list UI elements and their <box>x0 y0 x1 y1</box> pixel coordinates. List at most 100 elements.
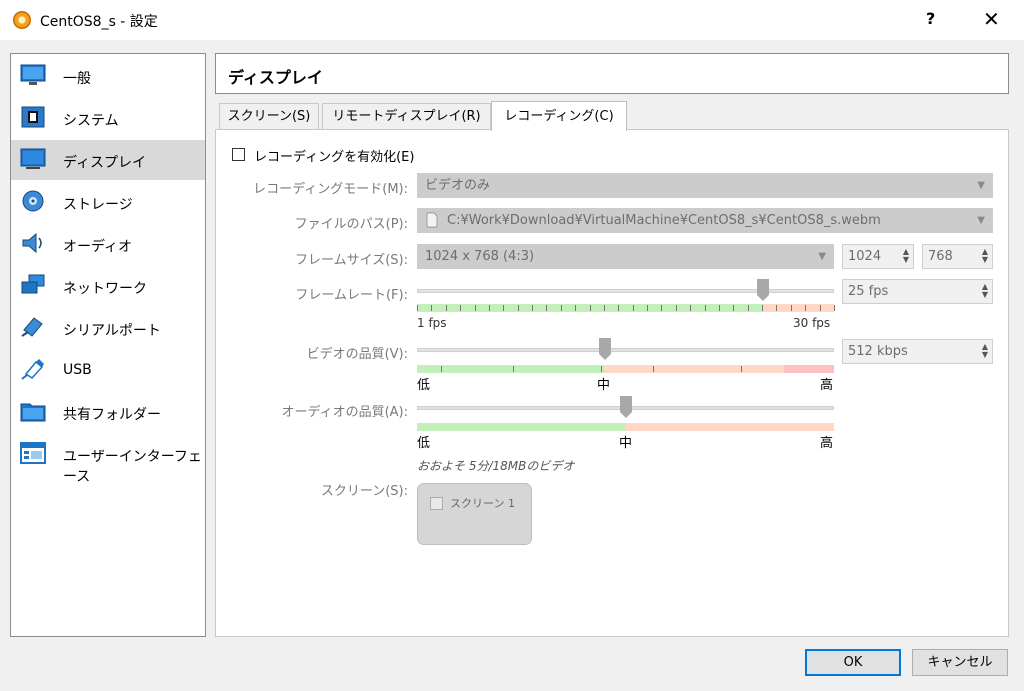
scale-tick <box>762 305 763 311</box>
spin-arrows-icon[interactable]: ▲ ▼ <box>982 343 988 359</box>
usb-icon <box>21 359 44 380</box>
scale-tick <box>590 305 591 311</box>
sidebar-item-storage[interactable]: ストレージ <box>11 182 205 222</box>
video-quality-mid-label: 中 <box>597 378 611 393</box>
scale-tick <box>633 305 634 311</box>
sidebar-item-label: ストレージ <box>63 197 133 213</box>
frame-size-value: 1024 x 768 (4:3) <box>425 249 535 264</box>
sidebar-item-network[interactable]: ネットワーク <box>11 266 205 306</box>
spin-arrows-icon[interactable]: ▲ ▼ <box>982 248 988 264</box>
recording-mode-label: レコーディングモード(M): <box>253 182 408 197</box>
tab-remote-display[interactable]: リモートディスプレイ(R) <box>322 103 491 130</box>
recording-mode-combobox[interactable]: ビデオのみ ▼ <box>417 173 993 198</box>
ok-button[interactable]: OK <box>805 649 901 676</box>
sidebar-item-audio[interactable]: オーディオ <box>11 224 205 264</box>
scale-tick <box>604 305 605 311</box>
file-path-label: ファイルのパス(P): <box>294 217 408 232</box>
audio-quality-slider-thumb[interactable] <box>619 396 632 418</box>
sidebar-item-system[interactable]: システム <box>11 98 205 138</box>
frame-rate-scale <box>417 304 835 312</box>
scale-tick <box>446 305 447 311</box>
chevron-down-icon: ▼ <box>977 180 985 191</box>
sidebar-item-user-interface[interactable]: ユーザーインターフェース <box>11 434 205 485</box>
scale-tick <box>791 305 792 311</box>
sidebar-item-display[interactable]: ディスプレイ <box>11 140 205 180</box>
monitor-general-icon <box>20 64 46 85</box>
scale-tick <box>741 366 742 372</box>
sidebar-item-label: ディスプレイ <box>63 155 147 171</box>
audio-quality-scale <box>417 423 834 431</box>
scale-tick <box>719 305 720 311</box>
sidebar-item-label: 共有フォルダー <box>63 407 161 423</box>
chevron-down-icon: ▼ <box>818 251 826 262</box>
enable-recording-checkbox[interactable] <box>232 148 245 161</box>
video-quality-scale-low <box>417 365 604 373</box>
video-quality-spinbox[interactable]: 512 kbps ▲ ▼ <box>842 339 993 364</box>
close-button[interactable]: ✕ <box>983 7 1000 31</box>
scale-tick <box>661 305 662 311</box>
screens-label: スクリーン(S): <box>320 484 408 499</box>
video-quality-value: 512 kbps <box>848 344 908 359</box>
chip-icon <box>21 106 45 128</box>
frame-height-spinbox[interactable]: 768 ▲ ▼ <box>922 244 993 269</box>
video-quality-slider-thumb[interactable] <box>598 338 611 360</box>
screen-1-checkbox[interactable] <box>430 497 443 510</box>
sidebar-item-label: オーディオ <box>63 239 133 255</box>
spin-arrows-icon[interactable]: ▲ ▼ <box>982 283 988 299</box>
network-icon <box>21 274 45 294</box>
scale-tick <box>518 305 519 311</box>
scale-tick <box>575 305 576 311</box>
page-header: ディスプレイ <box>215 53 1009 94</box>
scale-tick <box>561 305 562 311</box>
scale-tick <box>653 366 654 372</box>
scale-tick <box>820 305 821 311</box>
frame-rate-spinbox[interactable]: 25 fps ▲ ▼ <box>842 279 993 304</box>
video-quality-high-label: 高 <box>820 378 834 393</box>
scale-tick <box>748 305 749 311</box>
settings-sidebar: 一般 システム ディスプレイ ストレージ オーディオ ネットワーク シリアルポー… <box>10 53 206 637</box>
scale-tick <box>676 305 677 311</box>
cancel-button[interactable]: キャンセル <box>912 649 1008 676</box>
video-quality-scale-mid <box>604 365 784 373</box>
frame-rate-min-label: 1 fps <box>417 316 447 330</box>
file-path-value: C:¥Work¥Download¥VirtualMachine¥CentOS8_… <box>447 213 881 228</box>
audio-quality-high-label: 高 <box>820 436 834 451</box>
sidebar-item-label: システム <box>63 113 119 129</box>
file-icon <box>426 212 438 228</box>
video-quality-scale <box>417 365 834 373</box>
disk-icon <box>22 190 44 212</box>
scale-tick <box>431 305 432 311</box>
enable-recording-label[interactable]: レコーディングを有効化(E) <box>254 146 414 165</box>
frame-rate-scale-high <box>763 304 834 312</box>
ui-window-icon <box>20 442 46 464</box>
size-estimate-text: おおよそ 5分/18MBのビデオ <box>417 459 575 473</box>
frame-width-value: 1024 <box>848 249 882 264</box>
chevron-down-icon: ▼ <box>977 215 985 226</box>
spin-arrows-icon[interactable]: ▲ ▼ <box>903 248 909 264</box>
scale-tick <box>805 305 806 311</box>
help-button[interactable]: ? <box>926 9 935 28</box>
scale-tick <box>513 366 514 372</box>
frame-rate-slider-thumb[interactable] <box>757 279 770 301</box>
sidebar-item-usb[interactable]: USB <box>11 350 205 390</box>
sidebar-item-label: ネットワーク <box>63 281 147 297</box>
scale-tick <box>546 305 547 311</box>
sidebar-item-label: ユーザーインターフェース <box>63 449 202 485</box>
sidebar-item-serial-port[interactable]: シリアルポート <box>11 308 205 348</box>
frame-width-spinbox[interactable]: 1024 ▲ ▼ <box>842 244 914 269</box>
frame-rate-max-label: 30 fps <box>793 316 831 330</box>
video-quality-label: ビデオの品質(V): <box>306 347 408 362</box>
scale-tick <box>733 305 734 311</box>
recording-panel <box>215 129 1009 637</box>
speaker-icon <box>22 232 42 254</box>
sidebar-item-shared-folders[interactable]: 共有フォルダー <box>11 392 205 432</box>
tab-recording[interactable]: レコーディング(C) <box>491 101 627 131</box>
frame-size-combobox[interactable]: 1024 x 768 (4:3) ▼ <box>417 244 834 269</box>
file-path-combobox[interactable]: C:¥Work¥Download¥VirtualMachine¥CentOS8_… <box>417 208 993 233</box>
tab-screen[interactable]: スクリーン(S) <box>219 103 319 130</box>
video-quality-slider-track[interactable] <box>417 348 834 352</box>
audio-quality-label: オーディオの品質(A): <box>281 405 408 420</box>
scale-tick <box>503 305 504 311</box>
sidebar-item-general[interactable]: 一般 <box>11 56 205 96</box>
frame-rate-slider-track[interactable] <box>417 289 834 293</box>
